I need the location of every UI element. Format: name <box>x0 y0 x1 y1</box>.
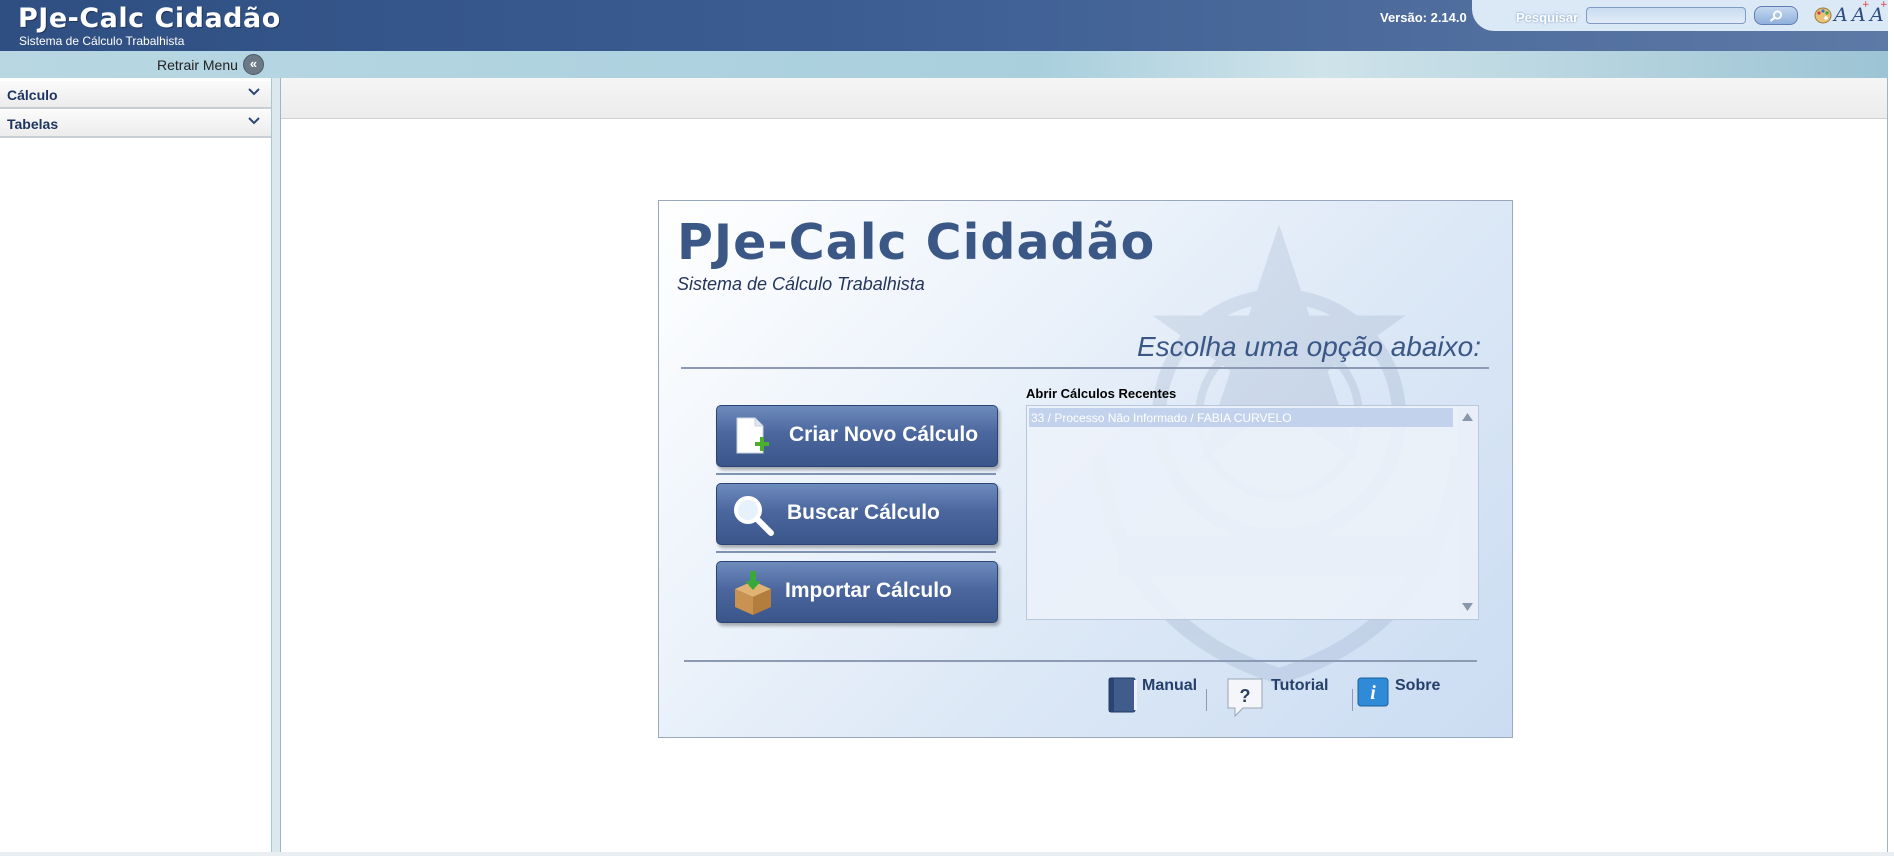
recent-calculations-list: 33 / Processo Não Informado / FABIA CURV… <box>1026 405 1479 620</box>
sidebar-item-tabelas[interactable]: Tabelas <box>0 110 271 138</box>
version-label: Versão: 2.14.0 <box>1380 10 1467 25</box>
recent-calculations-title: Abrir Cálculos Recentes <box>1026 386 1177 401</box>
import-box-icon <box>735 571 771 615</box>
divider <box>716 551 996 553</box>
font-normal-icon[interactable]: A <box>1834 4 1848 26</box>
search-button[interactable] <box>1754 6 1798 25</box>
import-calculation-button[interactable]: Importar Cálculo <box>716 561 998 623</box>
welcome-panel: PJe-Calc Cidadão Sistema de Cálculo Trab… <box>658 200 1513 738</box>
splitter[interactable] <box>272 78 280 852</box>
info-icon: i <box>1357 677 1389 707</box>
list-item[interactable]: 33 / Processo Não Informado / FABIA CURV… <box>1029 408 1453 427</box>
chevron-down-icon <box>248 117 260 125</box>
search-calculation-button[interactable]: Buscar Cálculo <box>716 483 998 545</box>
palette-icon[interactable] <box>1814 7 1832 24</box>
panel-title: PJe-Calc Cidadão <box>677 214 1156 271</box>
svg-text:?: ? <box>1240 686 1251 706</box>
link-label: Sobre <box>1395 677 1441 694</box>
double-chevron-left-icon[interactable]: « <box>243 54 264 75</box>
accessibility-tools: A A+ A++ <box>1812 0 1888 31</box>
search-area: Pesquisar <box>1472 0 1812 31</box>
divider <box>1352 689 1353 711</box>
panel-subtitle: Sistema de Cálculo Trabalhista <box>677 274 925 294</box>
divider <box>681 367 1489 369</box>
search-label: Pesquisar <box>1516 10 1579 25</box>
divider <box>684 660 1477 662</box>
app-title: PJe-Calc Cidadão <box>18 3 281 34</box>
svg-text:i: i <box>1370 682 1376 704</box>
button-label: Importar Cálculo <box>785 579 952 602</box>
magnifier-icon <box>734 496 774 536</box>
footer-line <box>0 852 1894 856</box>
book-icon <box>1108 677 1137 713</box>
search-input[interactable] <box>1586 7 1746 24</box>
new-document-icon <box>736 417 769 454</box>
app-subtitle: Sistema de Cálculo Trabalhista <box>19 34 185 48</box>
panel-prompt: Escolha uma opção abaixo: <box>1137 331 1481 362</box>
button-label: Buscar Cálculo <box>787 501 940 524</box>
content-header-bar <box>281 78 1887 119</box>
font-decrease-icon[interactable]: A++ <box>1870 0 1888 26</box>
sidebar-item-label: Tabelas <box>7 116 59 132</box>
app-header: PJe-Calc Cidadão Sistema de Cálculo Trab… <box>0 0 1888 51</box>
question-icon: ? <box>1227 678 1263 718</box>
retract-menu-label[interactable]: Retrair Menu <box>157 57 238 73</box>
scroll-down-icon[interactable] <box>1462 603 1473 611</box>
chevron-down-icon <box>248 88 260 96</box>
sidebar-item-label: Cálculo <box>7 87 58 103</box>
sidebar: Cálculo Tabelas <box>0 78 273 852</box>
menu-toolbar: Retrair Menu « <box>0 51 1888 78</box>
button-label: Criar Novo Cálculo <box>789 423 979 446</box>
sidebar-item-calculo[interactable]: Cálculo <box>0 81 271 109</box>
font-increase-icon[interactable]: A + <box>1852 0 1870 26</box>
link-label: Manual <box>1142 677 1198 694</box>
create-calculation-button[interactable]: Criar Novo Cálculo <box>716 405 998 467</box>
link-label: Tutorial <box>1271 677 1329 694</box>
divider <box>1206 689 1207 711</box>
search-icon <box>1769 10 1782 22</box>
scroll-up-icon[interactable] <box>1462 413 1473 421</box>
scrollbar[interactable] <box>1458 407 1477 618</box>
list-item-label: 33 / Processo Não Informado / FABIA CURV… <box>1031 411 1292 425</box>
divider <box>716 473 996 475</box>
